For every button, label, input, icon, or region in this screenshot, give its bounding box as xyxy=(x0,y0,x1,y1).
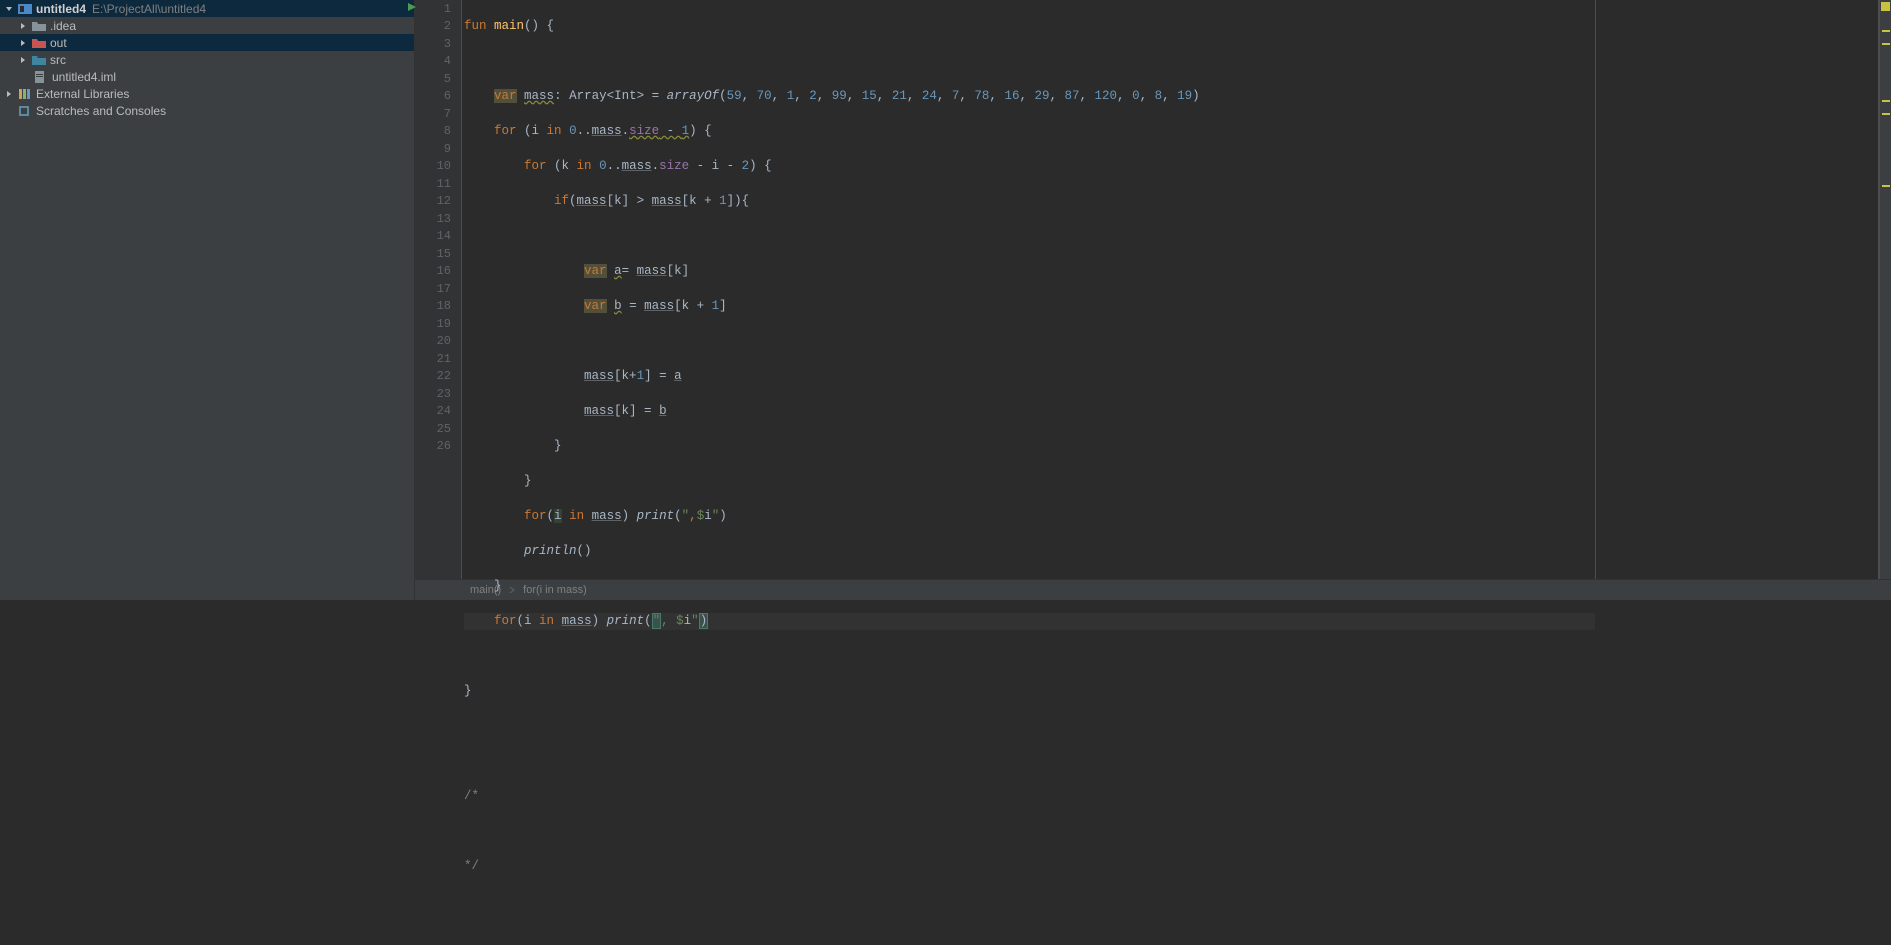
file-icon xyxy=(34,71,48,83)
line-number[interactable]: 1 xyxy=(415,0,461,18)
tree-item-label: External Libraries xyxy=(36,87,129,101)
code-editor[interactable]: fun main() { var mass: Array<Int> = arra… xyxy=(462,0,1595,579)
code-line[interactable] xyxy=(464,753,1595,771)
code-line[interactable] xyxy=(464,333,1595,351)
warning-mark[interactable] xyxy=(1882,100,1890,102)
folder-icon xyxy=(32,54,46,66)
line-number[interactable]: 18 xyxy=(415,298,461,316)
tree-item-iml[interactable]: untitled4.iml xyxy=(0,68,414,85)
inspection-status-icon[interactable] xyxy=(1881,2,1890,11)
expand-arrow-right-icon[interactable] xyxy=(18,55,28,65)
code-line[interactable]: println() xyxy=(464,543,1595,561)
line-number[interactable]: 21 xyxy=(415,350,461,368)
line-number[interactable]: 10 xyxy=(415,158,461,176)
code-line[interactable] xyxy=(464,648,1595,666)
expand-arrow-right-icon[interactable] xyxy=(18,38,28,48)
tree-item-src[interactable]: src xyxy=(0,51,414,68)
code-line[interactable]: for (i in 0..mass.size - 1) { xyxy=(464,123,1595,141)
line-number[interactable]: 11 xyxy=(415,175,461,193)
libraries-icon xyxy=(18,88,32,100)
warning-mark[interactable] xyxy=(1882,43,1890,45)
code-line-current[interactable]: for(i in mass) print(", $i") xyxy=(464,613,1595,631)
warning-mark[interactable] xyxy=(1882,113,1890,115)
code-line[interactable] xyxy=(464,823,1595,841)
warning-mark[interactable] xyxy=(1882,30,1890,32)
code-line[interactable]: } xyxy=(464,578,1595,596)
project-root-name: untitled4 xyxy=(36,2,86,16)
code-line[interactable]: */ xyxy=(464,858,1595,876)
code-line[interactable]: for(i in mass) print(",$i") xyxy=(464,508,1595,526)
line-number[interactable]: 3 xyxy=(415,35,461,53)
code-line[interactable]: var mass: Array<Int> = arrayOf(59, 70, 1… xyxy=(464,88,1595,106)
project-tree[interactable]: untitled4 E:\ProjectAll\untitled4 .idea … xyxy=(0,0,414,119)
line-number[interactable]: 6 xyxy=(415,88,461,106)
code-line[interactable]: var b = mass[k + 1] xyxy=(464,298,1595,316)
scratches-icon xyxy=(18,105,32,117)
project-root-path: E:\ProjectAll\untitled4 xyxy=(92,2,206,16)
tree-item-scratches[interactable]: Scratches and Consoles xyxy=(0,102,414,119)
expand-arrow-right-icon[interactable] xyxy=(4,89,14,99)
code-line[interactable]: mass[k] = b xyxy=(464,403,1595,421)
line-number[interactable]: 17 xyxy=(415,280,461,298)
tree-item-external-libs[interactable]: External Libraries xyxy=(0,85,414,102)
code-line[interactable]: var a= mass[k] xyxy=(464,263,1595,281)
tree-item-label: out xyxy=(50,36,67,50)
code-line[interactable]: for (k in 0..mass.size - i - 2) { xyxy=(464,158,1595,176)
line-number[interactable]: 22 xyxy=(415,368,461,386)
line-number[interactable]: 24 xyxy=(415,403,461,421)
folder-icon xyxy=(32,20,46,32)
line-number[interactable]: 13 xyxy=(415,210,461,228)
line-number[interactable]: 23 xyxy=(415,385,461,403)
tree-item-label: untitled4.iml xyxy=(52,70,116,84)
tree-item-label: .idea xyxy=(50,19,76,33)
code-line[interactable]: mass[k+1] = a xyxy=(464,368,1595,386)
line-number[interactable]: 25 xyxy=(415,420,461,438)
line-number[interactable]: 20 xyxy=(415,333,461,351)
code-line[interactable]: fun main() { xyxy=(464,18,1595,36)
line-number[interactable]: 8 xyxy=(415,123,461,141)
line-number[interactable]: 2 xyxy=(415,18,461,36)
tree-item-label: Scratches and Consoles xyxy=(36,104,166,118)
code-line[interactable]: /* xyxy=(464,788,1595,806)
code-line[interactable]: } xyxy=(464,438,1595,456)
line-number[interactable]: 14 xyxy=(415,228,461,246)
line-number[interactable]: 9 xyxy=(415,140,461,158)
code-line[interactable]: if(mass[k] > mass[k + 1]){ xyxy=(464,193,1595,211)
editor-overflow xyxy=(1596,0,1879,579)
line-number[interactable]: 5 xyxy=(415,70,461,88)
editor-area: 1 2 3 4 5 6 7 8 9 10 11 12 13 14 15 16 1… xyxy=(415,0,1891,600)
code-line[interactable] xyxy=(464,893,1595,911)
tree-item-label: src xyxy=(50,53,66,67)
code-line[interactable]: } xyxy=(464,473,1595,491)
line-number[interactable]: 12 xyxy=(415,193,461,211)
warning-mark[interactable] xyxy=(1882,185,1890,187)
line-number[interactable]: 4 xyxy=(415,53,461,71)
tree-item-out[interactable]: out xyxy=(0,34,414,51)
project-root[interactable]: untitled4 E:\ProjectAll\untitled4 xyxy=(0,0,414,17)
expand-arrow-down-icon[interactable] xyxy=(4,4,14,14)
code-line[interactable] xyxy=(464,228,1595,246)
code-line[interactable] xyxy=(464,718,1595,736)
line-number[interactable]: 26 xyxy=(415,438,461,456)
project-tool-window[interactable]: untitled4 E:\ProjectAll\untitled4 .idea … xyxy=(0,0,415,600)
run-icon[interactable] xyxy=(407,2,417,16)
code-line[interactable]: } xyxy=(464,683,1595,701)
line-gutter[interactable]: 1 2 3 4 5 6 7 8 9 10 11 12 13 14 15 16 1… xyxy=(415,0,462,579)
module-icon xyxy=(18,3,32,15)
line-number[interactable]: 19 xyxy=(415,315,461,333)
line-number[interactable]: 7 xyxy=(415,105,461,123)
error-stripe[interactable] xyxy=(1879,0,1891,579)
tree-item-idea[interactable]: .idea xyxy=(0,17,414,34)
line-number[interactable]: 16 xyxy=(415,263,461,281)
expand-arrow-right-icon[interactable] xyxy=(18,21,28,31)
code-line[interactable] xyxy=(464,53,1595,71)
folder-icon xyxy=(32,37,46,49)
line-number[interactable]: 15 xyxy=(415,245,461,263)
